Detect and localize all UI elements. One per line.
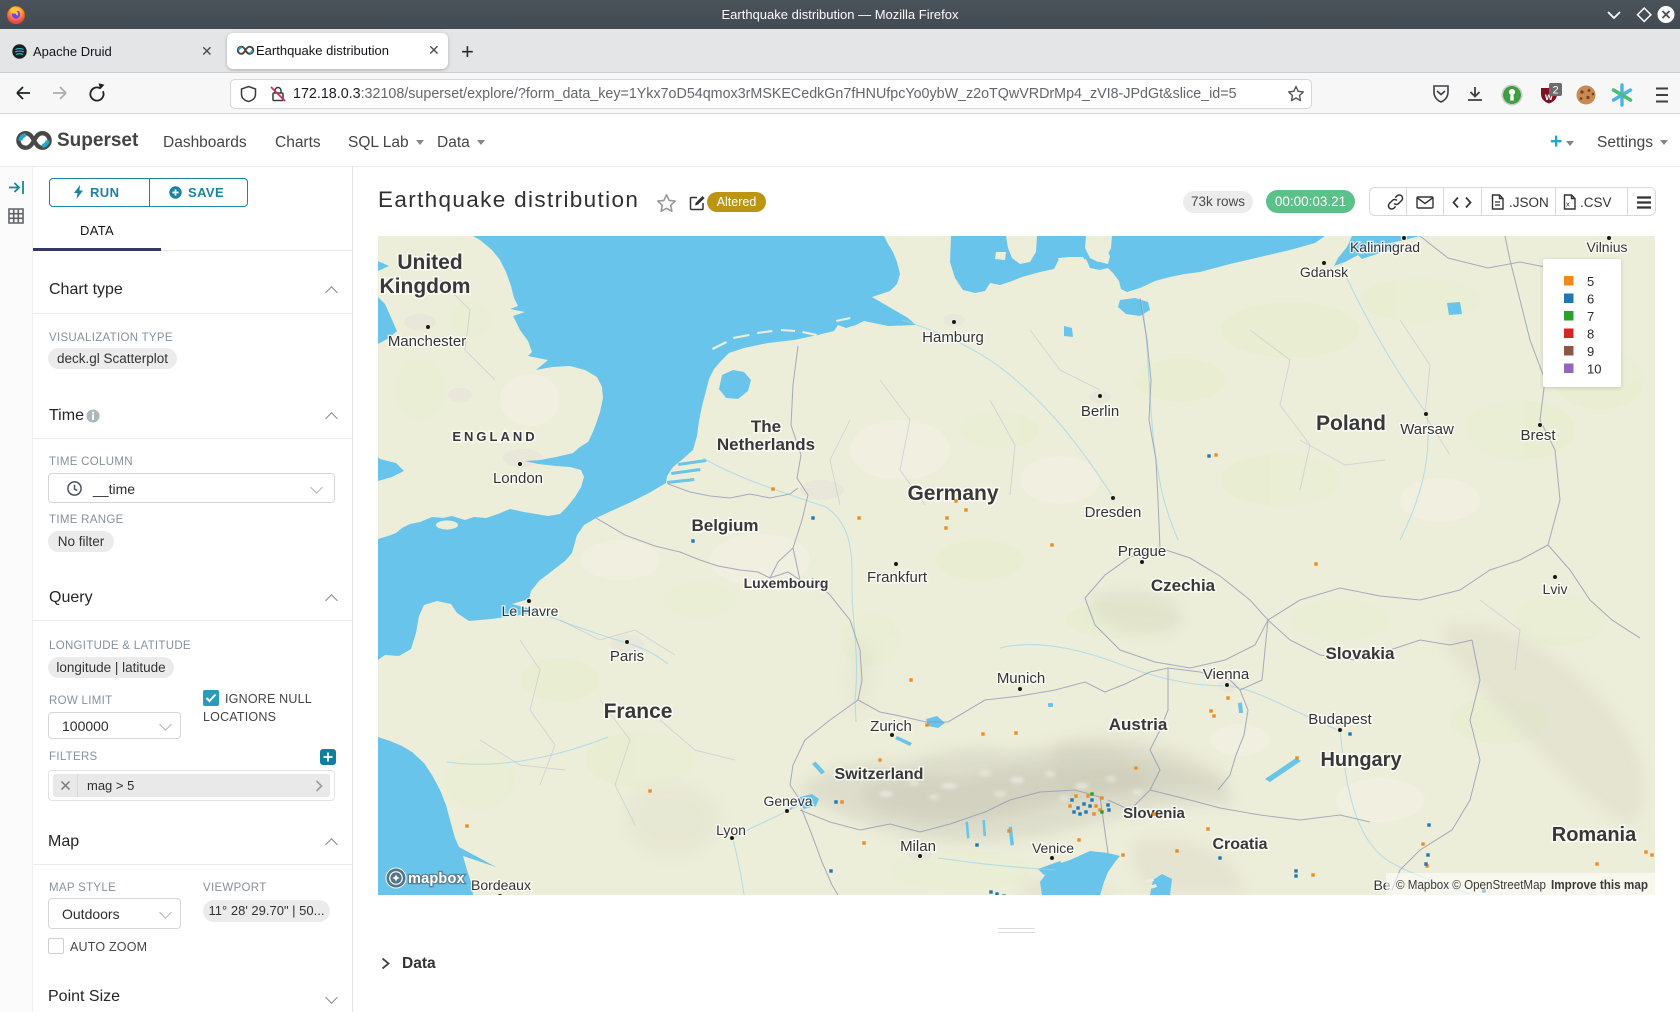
svg-text:Paris: Paris <box>610 648 644 665</box>
svg-text:Berlin: Berlin <box>1081 403 1119 420</box>
svg-text:Warsaw: Warsaw <box>1400 421 1454 438</box>
svg-text:Austria: Austria <box>1109 715 1168 734</box>
svg-text:Manchester: Manchester <box>388 333 466 350</box>
svg-text:Le Havre: Le Havre <box>502 603 559 619</box>
svg-text:France: France <box>604 700 673 723</box>
svg-text:Slovakia: Slovakia <box>1326 644 1396 663</box>
svg-text:Hungary: Hungary <box>1320 749 1402 771</box>
svg-text:Hamburg: Hamburg <box>922 329 984 346</box>
svg-text:x: x <box>1566 200 1570 209</box>
svg-text:Belgium: Belgium <box>691 516 758 535</box>
svg-text:Zurich: Zurich <box>870 718 912 735</box>
svg-text:Netherlands: Netherlands <box>717 435 815 454</box>
svg-text:Brest: Brest <box>1520 427 1556 444</box>
svg-text:Venice: Venice <box>1032 840 1074 856</box>
svg-text:2: 2 <box>1553 85 1559 97</box>
svg-text:9: 9 <box>1587 344 1594 359</box>
svg-text:Geneva: Geneva <box>763 793 812 809</box>
svg-text:United: United <box>397 251 462 274</box>
svg-text:5: 5 <box>1587 274 1594 289</box>
svg-text:Milan: Milan <box>900 838 936 855</box>
svg-text:Gdansk: Gdansk <box>1300 264 1349 280</box>
svg-text:Vienna: Vienna <box>1203 666 1250 683</box>
svg-text:Lyon: Lyon <box>716 822 746 838</box>
svg-text:6: 6 <box>1587 292 1594 307</box>
svg-text:Croatia: Croatia <box>1212 836 1267 853</box>
svg-text:London: London <box>493 470 543 487</box>
svg-text:Germany: Germany <box>907 482 998 505</box>
svg-text:Vilnius: Vilnius <box>1587 239 1628 255</box>
svg-text:Improve this map: Improve this map <box>1551 878 1648 892</box>
svg-text:Romania: Romania <box>1552 824 1637 846</box>
svg-text:Czechia: Czechia <box>1151 576 1216 595</box>
svg-text:© Mapbox © OpenStreetMap: © Mapbox © OpenStreetMap <box>1396 878 1546 892</box>
svg-text:mapbox: mapbox <box>408 871 465 887</box>
svg-text:Prague: Prague <box>1118 543 1166 560</box>
svg-text:Bordeaux: Bordeaux <box>471 877 531 893</box>
svg-text:Kaliningrad: Kaliningrad <box>1350 239 1420 255</box>
svg-text:Munich: Munich <box>997 670 1045 687</box>
svg-text:ES: ES <box>378 400 379 415</box>
svg-text:Dresden: Dresden <box>1085 504 1142 521</box>
svg-text:Lviv: Lviv <box>1543 581 1568 597</box>
svg-text:Budapest: Budapest <box>1308 711 1372 728</box>
svg-text:8: 8 <box>1587 327 1594 342</box>
svg-text:10: 10 <box>1587 362 1601 377</box>
svg-text:Frankfurt: Frankfurt <box>867 569 928 586</box>
svg-text:Kingdom: Kingdom <box>380 275 471 298</box>
svg-text:Luxembourg: Luxembourg <box>744 575 829 591</box>
svg-text:The: The <box>751 417 781 436</box>
svg-text:Poland: Poland <box>1316 412 1386 435</box>
svg-text:ENGLAND: ENGLAND <box>452 429 537 444</box>
svg-text:7: 7 <box>1587 309 1594 324</box>
svg-text:Switzerland: Switzerland <box>835 766 924 783</box>
